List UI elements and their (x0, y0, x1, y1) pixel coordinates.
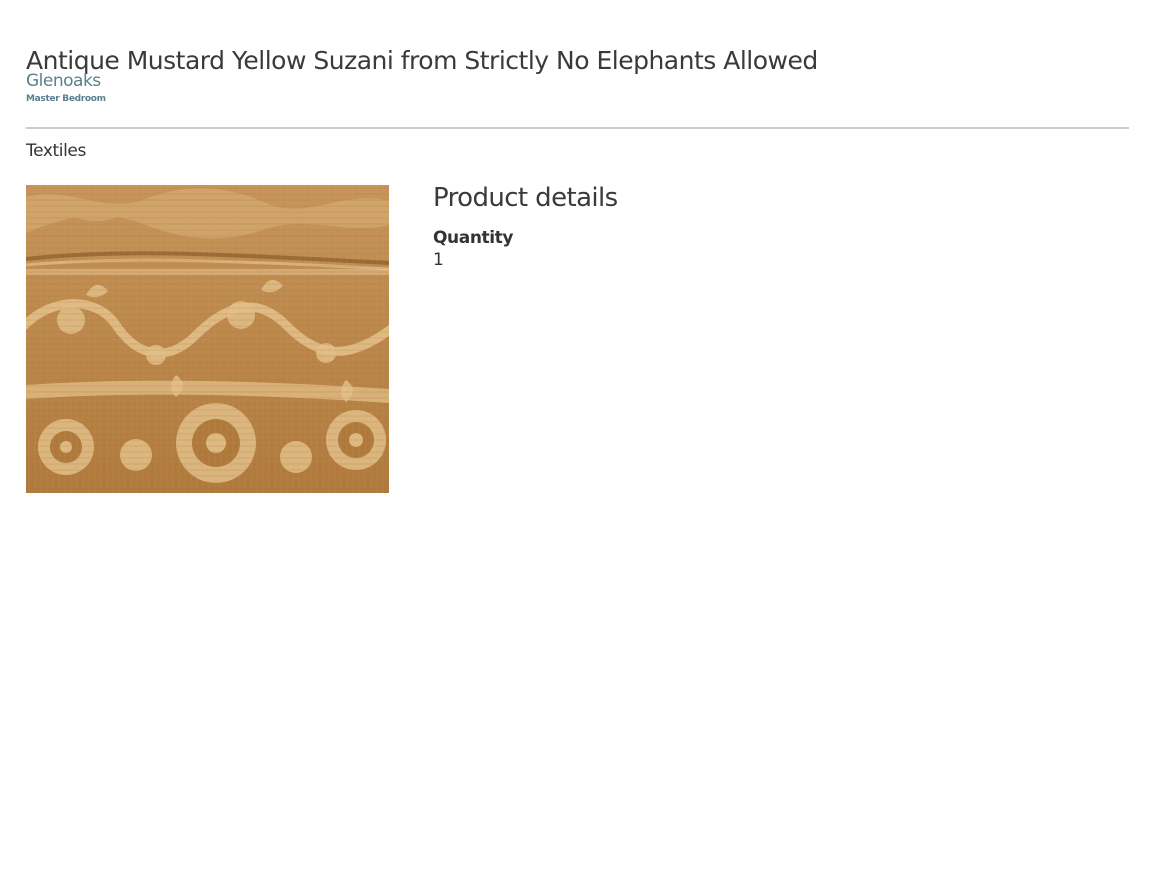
room-label: Master Bedroom (26, 94, 106, 104)
suzani-textile-illustration (26, 185, 389, 493)
category-label: Textiles (26, 141, 86, 161)
project-link[interactable]: Glenoaks (26, 71, 101, 91)
product-page: Antique Mustard Yellow Suzani from Stric… (0, 0, 1155, 884)
product-details: Product details Quantity 1 (433, 183, 618, 270)
quantity-value: 1 (433, 250, 444, 270)
quantity-label: Quantity (433, 228, 514, 248)
product-image (26, 185, 389, 493)
page-title: Antique Mustard Yellow Suzani from Stric… (26, 45, 818, 75)
header-divider (26, 127, 1129, 129)
product-details-heading: Product details (433, 183, 618, 213)
